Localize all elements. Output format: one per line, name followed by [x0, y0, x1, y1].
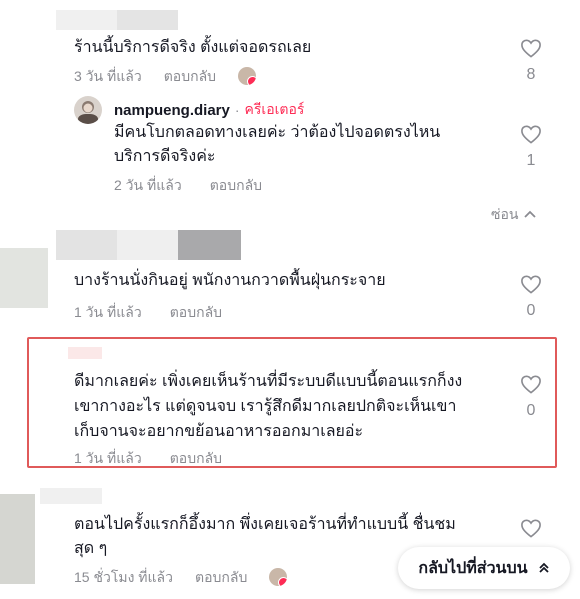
- like-button[interactable]: [519, 38, 543, 58]
- username-redacted: [56, 230, 241, 260]
- chevron-up-icon: [524, 210, 537, 218]
- avatar-redacted: [0, 494, 35, 584]
- reply-meta: 2 วัน ที่แล้ว ตอบกลับ: [114, 176, 262, 194]
- comment-meta: 15 ชั่วโมง ที่แล้ว ตอบกลับ: [74, 568, 288, 586]
- comment-text-line2: เขากางอะไร แต่ดูจนจบ เรารู้สึกดีมากเลยปก…: [74, 398, 457, 415]
- heart-icon: [521, 125, 541, 144]
- comment-meta: 1 วัน ที่แล้ว ตอบกลับ: [74, 449, 222, 467]
- reply-text-line1: มีคนโบกตลอดทางเลยค่ะ ว่าต้องไปจอดตรงไหน: [114, 124, 441, 141]
- like-button[interactable]: [519, 518, 543, 538]
- heart-badge-icon: [278, 577, 288, 586]
- like-button[interactable]: [519, 124, 543, 144]
- username-redacted: [56, 10, 178, 30]
- reply-button[interactable]: ตอบกลับ: [170, 449, 222, 467]
- back-to-top-button[interactable]: กลับไปที่ส่วนบน: [398, 547, 570, 589]
- separator: ·: [234, 102, 240, 118]
- hide-replies-button[interactable]: ซ่อน: [491, 205, 537, 223]
- reply-time: 2 วัน ที่แล้ว: [114, 177, 182, 193]
- comment-time: 3 วัน ที่แล้ว: [74, 68, 142, 84]
- heart-icon: [521, 375, 541, 394]
- username[interactable]: nampueng.diary: [114, 102, 230, 119]
- avatar-redacted: [0, 248, 48, 308]
- username-redacted: [68, 347, 102, 359]
- like-button[interactable]: [519, 374, 543, 394]
- username-redacted: [40, 488, 102, 504]
- heart-icon: [521, 519, 541, 538]
- like-button[interactable]: [519, 274, 543, 294]
- hide-label: ซ่อน: [491, 206, 519, 222]
- comment-text-line3: เก็บจานจะอยากขย้อนอาหารออกมาเลยอ่ะ: [74, 423, 364, 440]
- comment-text: บางร้านนั่งกินอยู่ พนักงานกวาดพื้นฝุ่นกร…: [74, 272, 386, 289]
- reply-button[interactable]: ตอบกลับ: [210, 176, 262, 194]
- chevrons-up-icon: [538, 562, 549, 573]
- heart-badge-icon: [247, 76, 257, 85]
- creator-badge: ครีเอเตอร์: [244, 101, 305, 117]
- comment-time: 1 วัน ที่แล้ว: [74, 304, 142, 320]
- comment-meta: 3 วัน ที่แล้ว ตอบกลับ: [74, 67, 257, 85]
- like-count: 0: [526, 402, 536, 419]
- comment-text-line1: ดีมากเลยค่ะ เพิ่งเคยเห็นร้านที่มีระบบดีแ…: [74, 373, 463, 390]
- reply-header: nampueng.diary · ครีเอเตอร์: [114, 99, 304, 121]
- back-to-top-label: กลับไปที่ส่วนบน: [418, 559, 528, 577]
- like-count: 8: [526, 66, 536, 83]
- like-count: 1: [526, 152, 536, 169]
- comment-time: 15 ชั่วโมง ที่แล้ว: [74, 569, 173, 585]
- comment-text-line1: ตอนไปครั้งแรกก็อึ้งมาก พึ่งเคยเจอร้านที่…: [74, 516, 456, 533]
- comment-text-line2: สุด ๆ: [74, 540, 108, 557]
- reply-text-line2: บริการดีจริงค่ะ: [114, 148, 216, 165]
- heart-icon: [521, 275, 541, 294]
- avatar[interactable]: [74, 96, 102, 124]
- like-count: 0: [526, 302, 536, 319]
- creator-liked-avatar: [238, 67, 257, 85]
- comment-text: ร้านนี้บริการดีจริง ตั้งแต่จอดรถเลย: [74, 39, 312, 56]
- reply-button[interactable]: ตอบกลับ: [164, 67, 216, 85]
- reply-button[interactable]: ตอบกลับ: [170, 303, 222, 321]
- comment-time: 1 วัน ที่แล้ว: [74, 450, 142, 466]
- creator-liked-avatar: [269, 568, 288, 586]
- reply-button[interactable]: ตอบกลับ: [195, 568, 247, 586]
- heart-icon: [521, 39, 541, 58]
- comment-meta: 1 วัน ที่แล้ว ตอบกลับ: [74, 303, 222, 321]
- avatar-image: [78, 101, 98, 124]
